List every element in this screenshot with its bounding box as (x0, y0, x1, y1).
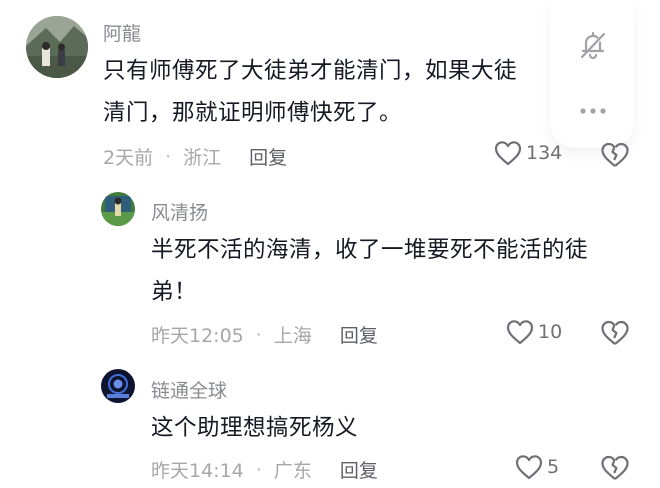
meta-separator: · (165, 145, 172, 168)
avatar[interactable] (101, 369, 135, 403)
comment-text: 半死不活的海清，收了一堆要死不能活的徒 弟！ (151, 229, 588, 313)
like-count: 134 (526, 142, 563, 164)
meta-separator: · (255, 323, 262, 346)
comment-username[interactable]: 风清扬 (151, 198, 208, 225)
broken-heart-icon (601, 320, 629, 345)
comment-meta: 昨天12:05 · 上海 回复 (151, 321, 378, 348)
comment-text: 只有师傅死了大徒弟才能清门，如果大徒 清门，那就证明师傅快死了。 (103, 50, 517, 134)
like-button[interactable]: 5 (515, 454, 559, 480)
comment-text-line: 半死不活的海清，收了一堆要死不能活的徒 (151, 237, 589, 263)
heart-outline-icon (506, 320, 534, 345)
comment-location: 广东 (273, 460, 312, 482)
comment-text-line: 只有师傅死了大徒弟才能清门，如果大徒 (103, 58, 518, 84)
heart-outline-icon (494, 141, 522, 166)
more-dots-icon[interactable] (576, 94, 610, 128)
heart-outline-icon (515, 455, 543, 480)
reply-button[interactable]: 回复 (340, 456, 378, 483)
comment-location: 上海 (273, 325, 312, 347)
comment-text-line: 弟！ (151, 279, 198, 305)
floating-action-panel (550, 0, 634, 148)
bell-off-icon[interactable] (576, 28, 610, 62)
like-button[interactable]: 10 (506, 319, 562, 345)
comment-meta: 2天前 · 浙江 回复 (103, 143, 287, 170)
comment-text-line: 这个助理想搞死杨义 (151, 415, 359, 441)
comment-time: 昨天12:05 (151, 325, 244, 347)
meta-separator: · (255, 458, 262, 481)
reply-button[interactable]: 回复 (249, 143, 287, 170)
comment-username[interactable]: 阿龍 (103, 19, 141, 46)
comment-location: 浙江 (183, 147, 222, 169)
like-button[interactable]: 134 (494, 140, 562, 166)
like-count: 5 (547, 456, 560, 478)
comment-text-line: 清门，那就证明师傅快死了。 (103, 100, 403, 126)
comment-text: 这个助理想搞死杨义 (151, 407, 358, 449)
broken-heart-icon (601, 455, 629, 480)
avatar[interactable] (101, 192, 135, 226)
like-count: 10 (538, 321, 563, 343)
comment-meta: 昨天14:14 · 广东 回复 (151, 456, 378, 483)
avatar[interactable] (26, 16, 88, 78)
reply-button[interactable]: 回复 (340, 321, 378, 348)
dislike-button[interactable] (600, 454, 630, 482)
comment-username[interactable]: 链通全球 (151, 376, 227, 403)
broken-heart-icon (601, 142, 629, 167)
dislike-button[interactable] (600, 319, 630, 347)
comment-time: 2天前 (103, 147, 154, 169)
dislike-button[interactable] (600, 141, 630, 169)
comment-time: 昨天14:14 (151, 460, 244, 482)
